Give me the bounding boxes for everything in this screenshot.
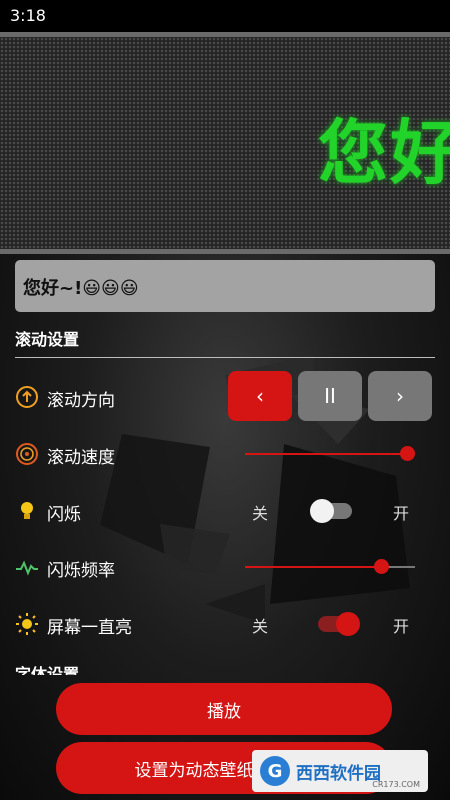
blink-frequency-label: 闪烁频率 — [47, 561, 115, 581]
screen-on-label: 屏幕一直亮 — [47, 618, 132, 638]
slider-thumb[interactable] — [374, 559, 389, 574]
switch-thumb[interactable] — [310, 499, 334, 523]
slider-fill — [245, 566, 381, 568]
scroll-speed-label: 滚动速度 — [47, 448, 115, 468]
blink-on-label: 开 — [393, 504, 410, 523]
chevron-right-icon: › — [396, 384, 404, 408]
scroll-settings-title: 滚动设置 — [15, 330, 80, 349]
scroll-direction-label: 滚动方向 — [47, 391, 115, 411]
blink-row: 闪烁 关 开 — [15, 491, 435, 531]
direction-pause-button[interactable]: II — [298, 371, 362, 421]
watermark-logo-icon: G — [260, 756, 290, 786]
status-bar: 3:18 — [0, 0, 450, 32]
font-settings-title: 字体设置 — [15, 665, 80, 675]
slider-thumb[interactable] — [399, 446, 415, 461]
blink-frequency-slider[interactable] — [245, 547, 415, 587]
switch-thumb[interactable] — [336, 612, 360, 636]
led-preview-panel: 您好~! — [0, 32, 450, 254]
watermark-badge: G 西西软件园 CR173.COM — [252, 750, 428, 792]
direction-right-button[interactable]: › — [368, 371, 432, 421]
message-input[interactable]: 您好~!😃😃😃 — [15, 260, 435, 312]
watermark-url: CR173.COM — [372, 780, 420, 789]
scroll-speed-row: 滚动速度 — [15, 434, 435, 474]
play-button[interactable]: 播放 — [56, 683, 392, 735]
status-time: 3:18 — [10, 6, 46, 25]
screen-on-off-label: 关 — [252, 617, 269, 636]
led-scrolling-text: 您好~! — [318, 112, 450, 194]
section-divider — [15, 357, 435, 358]
blink-off-label: 关 — [252, 504, 269, 523]
message-input-value: 您好~!😃😃😃 — [23, 278, 139, 299]
set-wallpaper-label: 设置为动态壁纸 — [134, 760, 254, 781]
scroll-speed-slider[interactable] — [245, 434, 415, 474]
waveform-icon — [16, 560, 38, 576]
blink-frequency-row: 闪烁频率 — [15, 547, 435, 587]
chevron-left-icon: ‹ — [256, 384, 264, 408]
screen-on-on-label: 开 — [393, 617, 410, 636]
speedometer-icon — [16, 443, 38, 465]
blink-label: 闪烁 — [47, 505, 81, 525]
watermark-text: 西西软件园 — [296, 763, 381, 784]
pause-icon: II — [324, 384, 336, 408]
direction-up-icon — [16, 386, 38, 408]
direction-left-button[interactable]: ‹ — [228, 371, 292, 421]
sun-icon — [16, 613, 38, 635]
lightbulb-icon — [21, 502, 33, 519]
screen-on-row: 屏幕一直亮 关 开 — [15, 604, 435, 644]
slider-fill — [245, 453, 407, 455]
